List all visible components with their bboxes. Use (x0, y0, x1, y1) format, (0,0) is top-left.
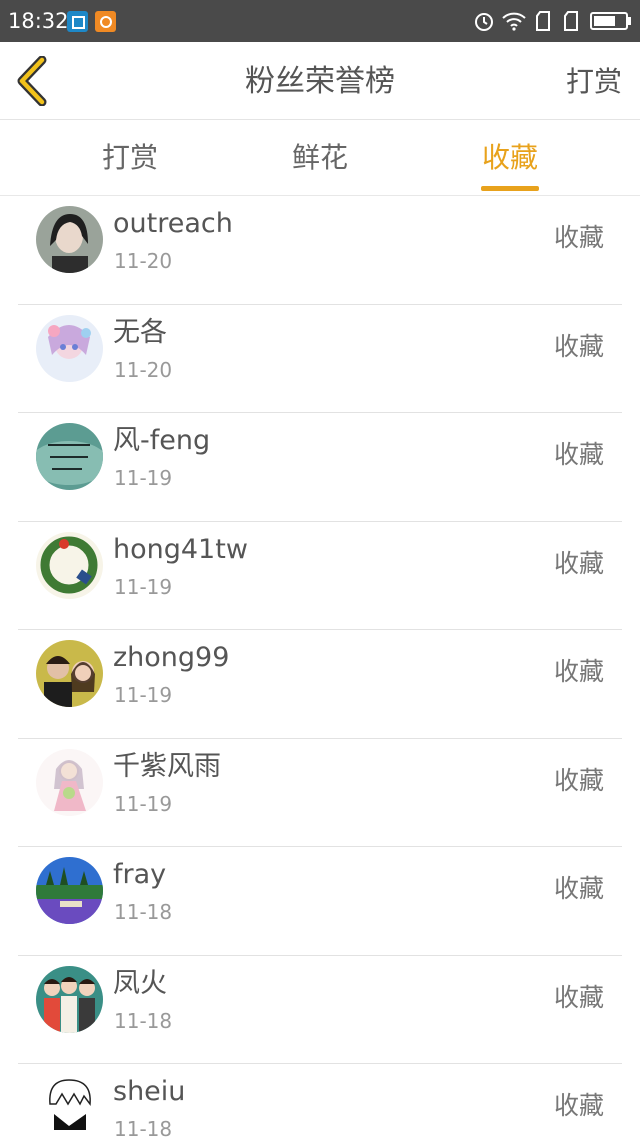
action-label: 收藏 (553, 657, 604, 686)
list-item[interactable]: fray 11-18 收藏 (0, 847, 640, 956)
action-label: 收藏 (553, 331, 604, 361)
wifi-icon (502, 12, 526, 31)
user-date: 11-18 (114, 1117, 173, 1138)
user-name: 凤火 (113, 967, 167, 999)
list-item[interactable]: zhong99 11-19 收藏 (0, 630, 640, 739)
user-date: 11-20 (114, 249, 173, 273)
status-bar: 18:32 (0, 0, 640, 42)
tab-bar: 打赏 鲜花 收藏 (0, 120, 640, 196)
list-item[interactable]: 无各 11-20 收藏 (0, 305, 640, 414)
list-item[interactable]: 凤火 11-18 收藏 (0, 956, 640, 1065)
user-name: 千紫风雨 (113, 750, 221, 782)
user-date: 11-19 (114, 574, 173, 599)
list-item[interactable]: outreach 11-20 收藏 (0, 196, 640, 305)
avatar (36, 857, 103, 924)
page-title: 粉丝荣誉榜 (245, 64, 395, 99)
tab-favorites[interactable]: 收藏 (450, 138, 570, 178)
tab-flowers[interactable]: 鲜花 (260, 138, 380, 178)
avatar (36, 423, 103, 490)
user-name: outreach (113, 208, 233, 239)
action-label: 收藏 (553, 223, 604, 252)
status-time: 18:32 (8, 9, 69, 33)
avatar (36, 748, 103, 816)
list-item[interactable]: 风-feng 11-19 收藏 (0, 413, 640, 522)
header-bar: 粉丝荣誉榜 打赏 (0, 42, 640, 120)
avatar (36, 640, 103, 707)
action-label: 收藏 (553, 1091, 604, 1120)
user-name: 无各 (113, 316, 167, 348)
action-label: 收藏 (553, 982, 604, 1012)
avatar (36, 1074, 103, 1138)
avatar (36, 965, 103, 1033)
reward-button[interactable]: 打赏 (566, 62, 622, 102)
avatar (36, 314, 103, 382)
tab-reward[interactable]: 打赏 (70, 138, 190, 178)
avatar (36, 531, 103, 599)
user-name: hong41tw (113, 533, 248, 565)
alarm-icon (475, 13, 493, 31)
action-label: 收藏 (553, 440, 604, 469)
user-date: 11-19 (114, 683, 173, 707)
user-name: fray (113, 859, 167, 890)
user-name: zhong99 (113, 642, 230, 673)
sim1-icon (536, 11, 550, 31)
fan-list: outreach 11-20 收藏 无各 11-20 收藏 风-feng 11-… (0, 196, 640, 1138)
user-date: 11-18 (114, 900, 173, 924)
action-label: 收藏 (553, 548, 604, 578)
list-item[interactable]: 千紫风雨 11-19 收藏 (0, 739, 640, 848)
active-tab-indicator (481, 186, 539, 191)
notification-app-icon (95, 11, 116, 32)
action-label: 收藏 (553, 765, 604, 795)
user-date: 11-20 (114, 357, 173, 382)
user-date: 11-18 (114, 1008, 173, 1033)
user-name: 风-feng (113, 425, 211, 456)
sim2-icon (564, 11, 578, 31)
avatar (36, 206, 103, 273)
user-date: 11-19 (114, 791, 173, 816)
user-name: sheiu (113, 1076, 186, 1107)
battery-icon (590, 12, 631, 30)
action-label: 收藏 (553, 874, 604, 903)
screenshot-app-icon (67, 11, 88, 32)
list-item[interactable]: sheiu 11-18 收藏 (0, 1064, 640, 1138)
list-item[interactable]: hong41tw 11-19 收藏 (0, 522, 640, 631)
user-date: 11-19 (114, 466, 173, 490)
